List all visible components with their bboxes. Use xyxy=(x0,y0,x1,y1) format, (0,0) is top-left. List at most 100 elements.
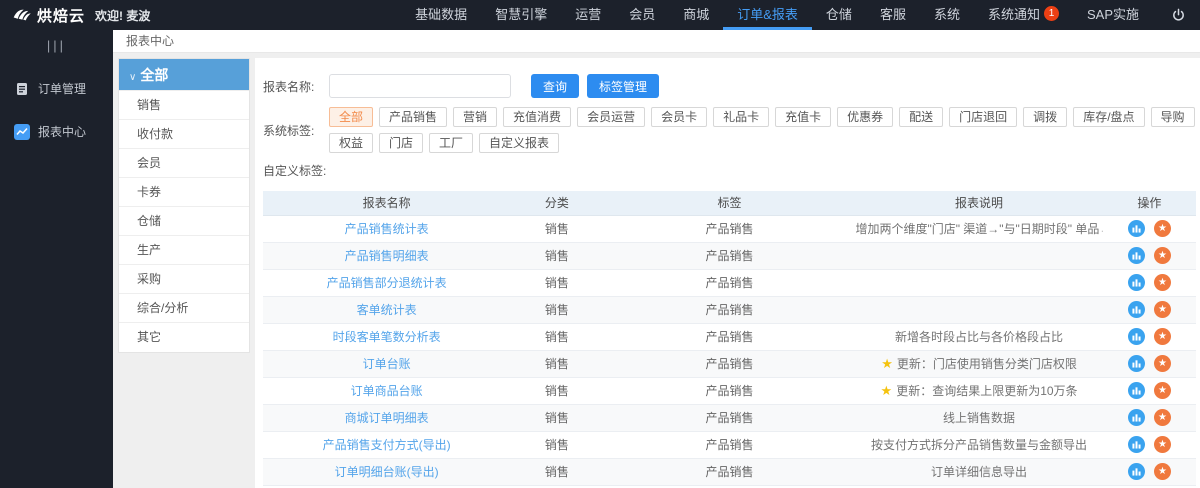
favorite-star-icon[interactable]: ★ xyxy=(1154,355,1171,372)
favorite-star-icon[interactable]: ★ xyxy=(1154,301,1171,318)
top-nav-label: 商城 xyxy=(683,4,709,23)
report-link[interactable]: 产品销售统计表 xyxy=(345,222,429,236)
favorite-star-icon[interactable]: ★ xyxy=(1154,409,1171,426)
favorite-star-icon[interactable]: ★ xyxy=(1154,382,1171,399)
bar-chart-icon[interactable] xyxy=(1128,409,1145,426)
system-tag[interactable]: 门店退回 xyxy=(949,107,1017,127)
logo[interactable]: 烘焙云 xyxy=(12,5,85,26)
description-cell: ★订单详细信息导出 xyxy=(855,458,1102,485)
category-item[interactable]: ∨综合/分析 xyxy=(119,294,249,323)
top-nav-item[interactable]: 会员 xyxy=(615,0,669,30)
notification-badge: 1 xyxy=(1044,6,1059,21)
favorite-star-icon[interactable]: ★ xyxy=(1154,436,1171,453)
system-tag[interactable]: 产品销售 xyxy=(379,107,447,127)
favorite-star-icon[interactable]: ★ xyxy=(1154,274,1171,291)
report-name-input[interactable] xyxy=(329,74,511,98)
system-tags: 全部 产品销售 营销 充值消费 会员运营 会员卡 礼品卡 xyxy=(329,107,1196,153)
top-nav-item[interactable]: SAP实施 xyxy=(1073,0,1153,30)
top-nav-item[interactable]: 基础数据 xyxy=(401,0,481,30)
sidebar-item-report-center[interactable]: 报表中心 xyxy=(0,114,113,149)
top-nav-item[interactable]: 商城 xyxy=(669,0,723,30)
category-cell: 销售 xyxy=(510,458,603,485)
header-report-name: 报表名称 xyxy=(263,191,510,215)
category-item[interactable]: ∨其它 xyxy=(119,323,249,352)
header-category: 分类 xyxy=(510,191,603,215)
table-header-row: 报表名称 分类 标签 报表说明 操作 xyxy=(263,191,1196,215)
system-tag[interactable]: 营销 xyxy=(453,107,497,127)
favorite-star-icon[interactable]: ★ xyxy=(1154,220,1171,237)
tag-cell: 产品销售 xyxy=(604,296,856,323)
category-item[interactable]: ∨卡券 xyxy=(119,178,249,207)
system-tag[interactable]: 充值卡 xyxy=(775,107,831,127)
top-nav-item[interactable]: 系统 xyxy=(920,0,974,30)
report-link[interactable]: 订单明细台账(导出) xyxy=(335,465,439,479)
description-cell: ★更新：门店使用销售分类门店权限 xyxy=(855,350,1102,377)
report-link[interactable]: 商城订单明细表 xyxy=(345,411,429,425)
category-item[interactable]: ∨生产 xyxy=(119,236,249,265)
system-tag[interactable]: 门店 xyxy=(379,133,423,153)
system-tag[interactable]: 会员运营 xyxy=(577,107,645,127)
top-nav-item[interactable]: 客服 xyxy=(866,0,920,30)
system-tag[interactable]: 会员卡 xyxy=(651,107,707,127)
system-tags-row: 系统标签: 全部 产品销售 营销 充值消费 会员运营 xyxy=(263,107,1196,153)
report-link[interactable]: 产品销售支付方式(导出) xyxy=(323,438,451,452)
report-link[interactable]: 产品销售明细表 xyxy=(345,249,429,263)
report-link[interactable]: 产品销售部分退统计表 xyxy=(327,276,447,290)
bar-chart-icon[interactable] xyxy=(1128,220,1145,237)
hamburger-icon[interactable]: ||| xyxy=(0,30,113,71)
bar-chart-icon[interactable] xyxy=(1128,355,1145,372)
system-tag[interactable]: 库存/盘点 xyxy=(1073,107,1144,127)
category-menu: ∨ 全部 ∨销售 ∨收付款 ∨会员 ∨卡券 xyxy=(118,58,250,353)
report-link[interactable]: 客单统计表 xyxy=(357,303,417,317)
tag-manage-button[interactable]: 标签管理 xyxy=(587,74,659,98)
table-row: 客单统计表 销售 产品销售 ★ xyxy=(263,296,1196,323)
top-nav-item[interactable]: 运营 xyxy=(561,0,615,30)
sidebar-item-label: 订单管理 xyxy=(38,80,86,97)
system-tag[interactable]: 礼品卡 xyxy=(713,107,769,127)
category-item[interactable]: ∨收付款 xyxy=(119,120,249,149)
category-label: 全部 xyxy=(140,67,168,83)
system-tag[interactable]: 充值消费 xyxy=(503,107,571,127)
system-tag[interactable]: 权益 xyxy=(329,133,373,153)
report-link[interactable]: 订单台账 xyxy=(363,357,411,371)
bar-chart-icon[interactable] xyxy=(1128,382,1145,399)
system-tag[interactable]: 工厂 xyxy=(429,133,473,153)
category-item[interactable]: ∨会员 xyxy=(119,149,249,178)
top-nav-label: 系统通知 xyxy=(988,4,1040,23)
bar-chart-icon[interactable] xyxy=(1128,274,1145,291)
category-item[interactable]: ∨ 全部 xyxy=(119,59,249,91)
category-item[interactable]: ∨仓储 xyxy=(119,207,249,236)
system-tag[interactable]: 自定义报表 xyxy=(479,133,559,153)
report-link[interactable]: 时段客单笔数分析表 xyxy=(333,330,441,344)
favorite-star-icon[interactable]: ★ xyxy=(1154,328,1171,345)
category-item[interactable]: ∨销售 xyxy=(119,91,249,120)
system-tag[interactable]: 导购 xyxy=(1151,107,1195,127)
system-tag[interactable]: 优惠券 xyxy=(837,107,893,127)
category-item[interactable]: ∨采购 xyxy=(119,265,249,294)
favorite-star-icon[interactable]: ★ xyxy=(1154,247,1171,264)
top-nav-item[interactable]: 系统通知 1 xyxy=(974,0,1073,30)
line-chart-icon xyxy=(14,124,30,140)
actions-cell: ★ xyxy=(1103,458,1196,485)
power-icon[interactable] xyxy=(1171,8,1186,23)
bar-chart-icon[interactable] xyxy=(1128,463,1145,480)
tag-cell: 产品销售 xyxy=(604,404,856,431)
chevron-down-icon: ∨ xyxy=(129,72,136,83)
bar-chart-icon[interactable] xyxy=(1128,436,1145,453)
favorite-star-icon[interactable]: ★ xyxy=(1154,463,1171,480)
system-tag[interactable]: 调拨 xyxy=(1023,107,1067,127)
system-tag[interactable]: 全部 xyxy=(329,107,373,127)
bar-chart-icon[interactable] xyxy=(1128,301,1145,318)
category-cell: 销售 xyxy=(510,296,603,323)
custom-tags-label: 自定义标签: xyxy=(263,162,333,179)
actions-cell: ★ xyxy=(1103,269,1196,296)
search-button[interactable]: 查询 xyxy=(531,74,579,98)
bar-chart-icon[interactable] xyxy=(1128,328,1145,345)
top-nav-item[interactable]: 智慧引擎 xyxy=(481,0,561,30)
top-nav-item[interactable]: 订单&报表 xyxy=(723,0,812,30)
sidebar-item-order-management[interactable]: 订单管理 xyxy=(0,71,113,106)
bar-chart-icon[interactable] xyxy=(1128,247,1145,264)
top-nav-item[interactable]: 仓储 xyxy=(812,0,866,30)
system-tag[interactable]: 配送 xyxy=(899,107,943,127)
report-link[interactable]: 订单商品台账 xyxy=(351,384,423,398)
